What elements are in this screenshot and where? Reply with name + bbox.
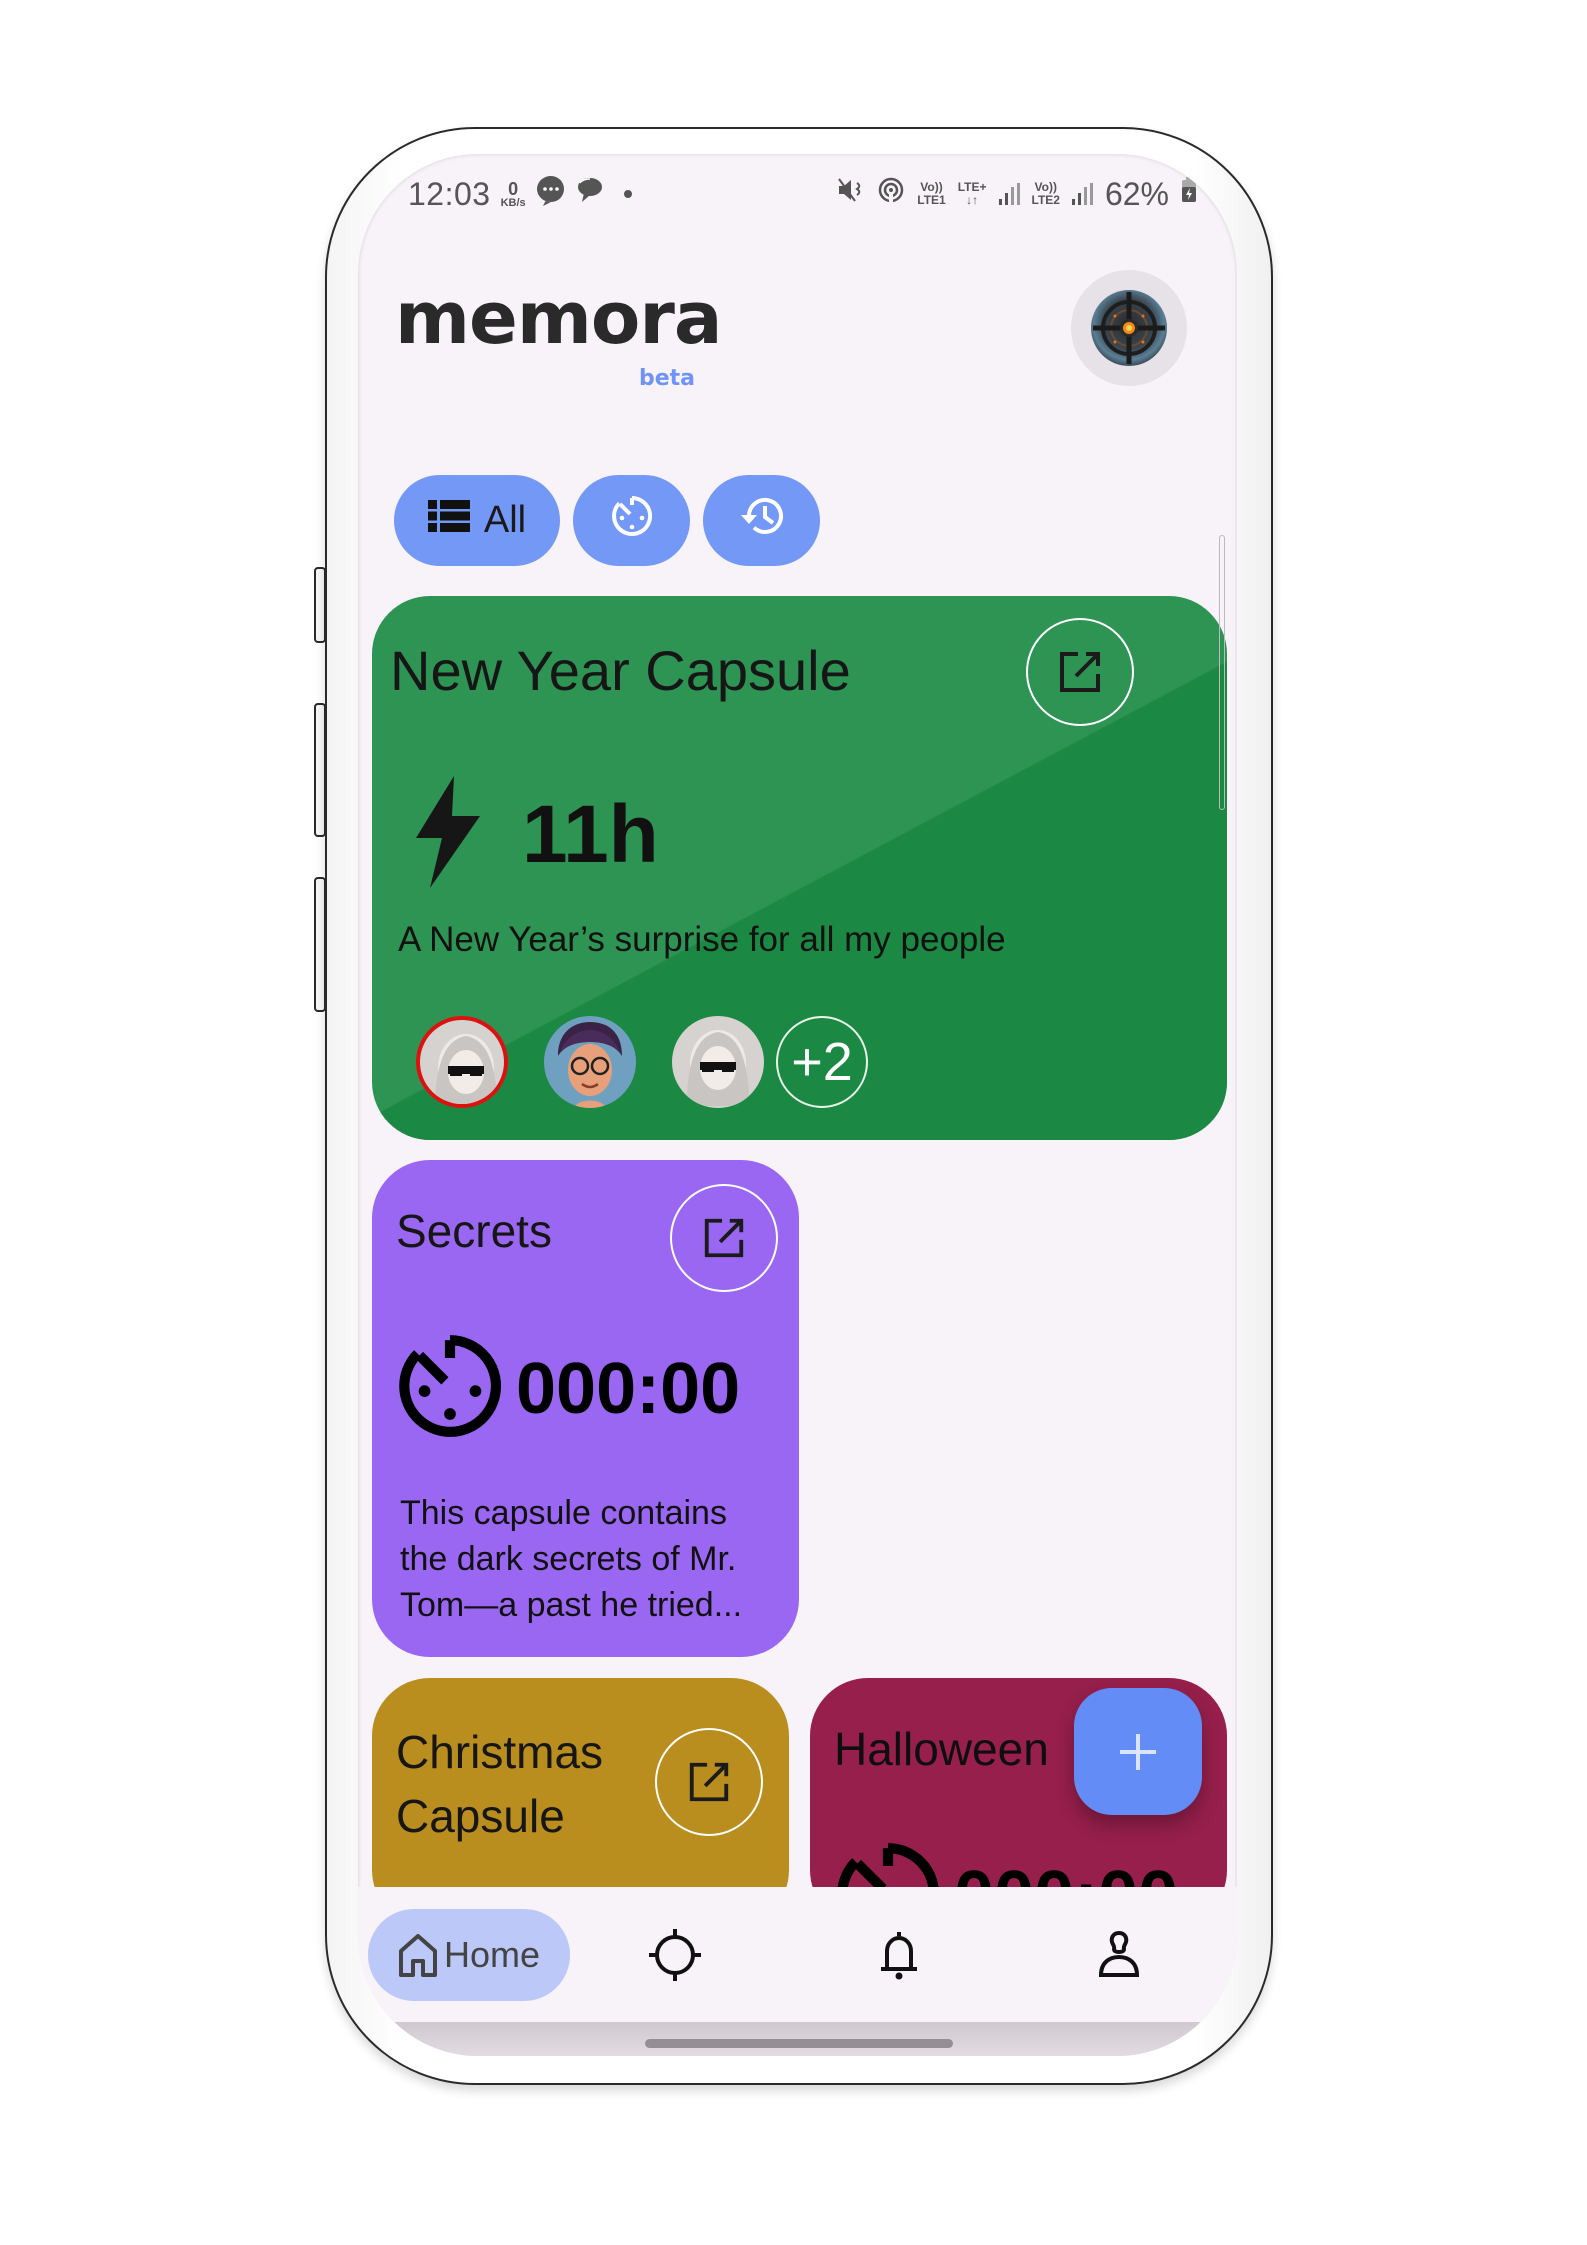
- battery-percent: 62%: [1104, 175, 1169, 212]
- signal-icon-2: [1071, 183, 1093, 205]
- beta-badge: beta: [639, 366, 696, 391]
- capsule-title: Christmas Capsule: [396, 1720, 603, 1849]
- app-title: memora: [395, 276, 722, 360]
- capsule-card-new-year[interactable]: New Year Capsule 11h A New Year’s surpri…: [372, 596, 1227, 1140]
- filter-chip-all-label: All: [483, 499, 527, 541]
- mute-icon: [837, 177, 865, 211]
- net-speed-unit: KB/s: [500, 196, 526, 209]
- capsule-description: A New Year’s surprise for all my people: [398, 920, 1006, 959]
- capsule-card-secrets[interactable]: Secrets 000:00 This capsule contains the…: [372, 1160, 799, 1657]
- nav-item-profile[interactable]: [1054, 1909, 1184, 2001]
- nav-item-home-label: Home: [443, 1934, 541, 1975]
- sim1-indicator: Vo)) LTE1: [917, 181, 945, 206]
- timer-icon: [394, 1330, 506, 1447]
- app-screen: 12:03 0 KB/s Vo)) LTE1 LTE+ ↓↑ Vo)) LTE2…: [358, 154, 1237, 2056]
- open-external-icon: [1060, 652, 1100, 692]
- sim2-indicator: Vo)) LTE2: [1032, 181, 1060, 206]
- messages-icon: [534, 173, 568, 215]
- participant-avatar[interactable]: [544, 1016, 636, 1108]
- nav-item-home[interactable]: Home: [368, 1909, 570, 2001]
- create-capsule-fab[interactable]: [1074, 1688, 1202, 1815]
- capsule-description: This capsule contains the dark secrets o…: [400, 1494, 743, 1625]
- filter-chip-all[interactable]: All: [394, 475, 560, 566]
- capsule-title-line2: Capsule: [396, 1790, 565, 1843]
- gesture-handle[interactable]: [645, 2039, 953, 2048]
- countdown-value: 000:00: [516, 1348, 741, 1429]
- participants: +2: [416, 1016, 868, 1108]
- timer-icon: [610, 494, 654, 548]
- data-activity-icon: ↓↑: [966, 193, 979, 207]
- capsule-countdown: 11h: [416, 776, 659, 893]
- capsule-countdown: 000:00: [394, 1330, 740, 1447]
- bell-icon: [881, 1932, 917, 1980]
- home-icon: [398, 1934, 437, 1977]
- chat-icon: [574, 175, 604, 213]
- filter-chip-timer[interactable]: [573, 475, 690, 566]
- sim2-label: LTE2: [1031, 193, 1060, 207]
- capsule-title: Secrets: [396, 1205, 552, 1257]
- nav-item-explore[interactable]: [610, 1909, 740, 2001]
- hotspot-icon: [877, 176, 905, 212]
- filter-chip-history[interactable]: [703, 475, 820, 566]
- open-external-icon: [704, 1218, 744, 1258]
- participant-avatar[interactable]: [416, 1016, 508, 1108]
- participant-avatar[interactable]: [672, 1016, 764, 1108]
- status-right: Vo)) LTE1 LTE+ ↓↑ Vo)) LTE2 62%: [837, 176, 1197, 213]
- open-capsule-button[interactable]: [670, 1184, 778, 1292]
- sim1-network: LTE+ ↓↑: [958, 181, 987, 206]
- more-participants-badge[interactable]: +2: [776, 1016, 868, 1108]
- status-bar: 12:03 0 KB/s Vo)) LTE1 LTE+ ↓↑ Vo)) LTE2…: [408, 174, 1197, 214]
- bottom-navigation: Home: [358, 1887, 1237, 2027]
- dot-icon: [623, 190, 632, 198]
- nav-item-notifications[interactable]: [834, 1909, 964, 2001]
- open-external-icon: [689, 1762, 729, 1802]
- net-speed: 0 KB/s: [501, 180, 526, 209]
- capsule-title: New Year Capsule: [390, 639, 851, 702]
- profile-avatar: [1091, 290, 1167, 366]
- history-icon: [738, 494, 786, 548]
- net-speed-value: 0: [508, 178, 519, 199]
- plus-icon: [1120, 1733, 1156, 1770]
- scrollbar[interactable]: [1219, 535, 1225, 810]
- battery-charging-icon: [1181, 177, 1197, 211]
- explore-icon: [649, 1929, 701, 1981]
- filter-chips: All: [394, 475, 820, 566]
- capsule-title: Halloween: [834, 1723, 1049, 1775]
- open-capsule-button[interactable]: [655, 1728, 763, 1836]
- signal-icon: [998, 183, 1020, 205]
- countdown-value: 11h: [522, 788, 659, 880]
- lightning-icon: [416, 776, 480, 893]
- capsule-title-line1: Christmas: [396, 1726, 604, 1778]
- open-capsule-button[interactable]: [1026, 618, 1134, 726]
- list-icon: [427, 499, 470, 542]
- profile-avatar-button[interactable]: [1071, 270, 1187, 386]
- status-time: 12:03: [408, 175, 491, 212]
- profile-icon: [1098, 1930, 1140, 1977]
- sim1-label: LTE1: [917, 193, 946, 207]
